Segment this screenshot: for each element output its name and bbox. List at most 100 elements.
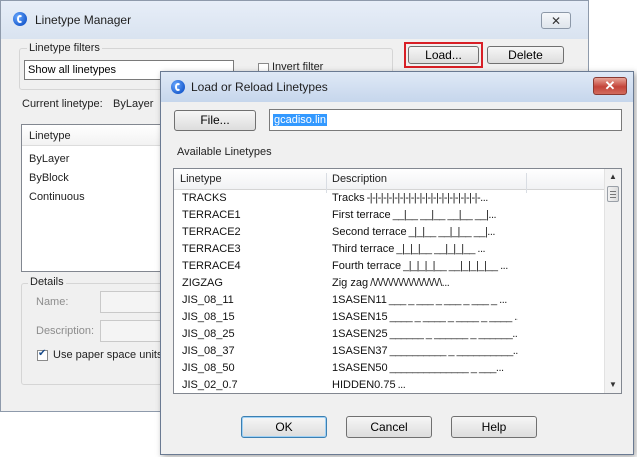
linetype-row[interactable]: TERRACE3 Third terrace _|_|_|__ __|_|_|__ … [174,241,606,258]
linetype-sample: __|__ __|__ __|__ __|... [392,209,497,221]
app-icon [13,12,27,26]
description-field[interactable] [100,320,162,342]
linetype-sample: ___ _ ___ _ ___ _ ___ _ ... [388,294,508,306]
scroll-thumb[interactable] [607,186,619,202]
scroll-down-icon[interactable]: ▼ [609,380,617,389]
linetype-sample: _|_|__ __|_|__ __|... [408,226,496,238]
available-linetypes-list[interactable]: Linetype Description TRACKS Tracks -|-|-|-… [173,168,622,394]
linetype-row[interactable]: JIS_08_11 1SASEN11 ___ _ ___ _ ___ _ ___ _… [174,292,606,309]
linetype-name: JIS_08_11 [182,294,234,306]
linetype-name: TRACKS [182,192,227,204]
load-button[interactable]: Load... [408,46,479,64]
description-label: Description: [36,325,95,337]
description-text: 1SASEN25 [332,328,388,340]
list-item[interactable]: ByBlock [29,172,69,184]
ok-button[interactable]: OK [241,416,327,438]
details-label: Details [28,276,66,288]
linetype-sample: /\/\/\/\/\/\/\/\/\/\/\/\/\/\... [370,277,450,289]
scroll-up-icon[interactable]: ▲ [609,172,617,181]
linetype-description: 1SASEN15 ____ _ ____ _ ____ _ ____ ... [332,311,518,323]
linetype-row[interactable]: TRACKS Tracks -|-|-|-|-|-|-|-|-|-|-|-|-|-|… [174,190,606,207]
current-linetype-label: Current linetype: [22,98,103,110]
linetype-name: JIS_02_0.7 [182,379,238,391]
description-text: Second terrace [332,226,407,238]
linetype-sample: ____ _ ____ _ ____ _ ____ ... [389,311,518,323]
linetype-row[interactable]: TERRACE4 Fourth terrace _|_|_|_|__ __|_|_|… [174,258,606,275]
file-name-value: gcadiso.lin [273,114,327,126]
description-text: 1SASEN50 [332,362,388,374]
description-text: 1SASEN37 [332,345,388,357]
linetype-description: 1SASEN11 ___ _ ___ _ ___ _ ___ _ ... [332,294,518,306]
close-button[interactable]: ✕ [541,12,571,29]
linetype-sample: -|-|-|-|-|-|-|-|-|-|-|-|-|-|-|-|-|-|-|-|… [366,192,489,204]
checkmark-icon: ✔ [38,348,47,359]
linetype-row[interactable]: TERRACE2 Second terrace _|_|__ __|_|__ __|… [174,224,606,241]
linetype-row[interactable]: TERRACE1 First terrace __|__ __|__ __|__ _… [174,207,606,224]
vertical-scrollbar[interactable]: ▲ ▼ [604,169,621,393]
description-text: Third terrace [332,243,395,255]
linetype-description: 1SASEN25 ______ _ ______ _ ______... [332,328,518,340]
linetype-sample: _|_|_|__ __|_|_|__ ... [396,243,486,255]
list-item[interactable]: ByLayer [29,153,69,165]
list-item[interactable]: Continuous [29,191,85,203]
help-button[interactable]: Help [451,416,537,438]
linetype-row[interactable]: JIS_08_25 1SASEN25 ______ _ ______ _ _____… [174,326,606,343]
linetype-description: HIDDEN0.75... [332,379,518,391]
dialog-title-bar: Load or Reload Linetypes ✕ [161,72,633,102]
description-text: First terrace [332,209,391,221]
linetype-row[interactable]: JIS_02_0.7 HIDDEN0.75... [174,377,606,393]
column-header-description[interactable]: Description [332,173,387,185]
load-button-label: Load... [425,48,462,62]
linetype-sample: __________ _ __________... [389,345,518,357]
window-title: Linetype Manager [35,13,132,27]
linetype-description: Second terrace _|_|__ __|_|__ __|... [332,226,518,238]
description-text: 1SASEN11 [332,294,387,306]
column-header-linetype[interactable]: Linetype [180,173,222,185]
linetype-description: Zig zag/\/\/\/\/\/\/\/\/\/\/\/\/\/\... [332,277,518,289]
file-button[interactable]: File... [174,110,256,131]
linetype-row[interactable]: JIS_08_37 1SASEN37 __________ _ __________… [174,343,606,360]
description-text: Fourth terrace [332,260,402,272]
linetype-name: ZIGZAG [182,277,223,289]
linetype-name: JIS_08_25 [182,328,235,340]
delete-button[interactable]: Delete [487,46,564,64]
load-linetypes-dialog: Load or Reload Linetypes ✕ File... gcadi… [160,71,634,455]
paper-space-checkbox[interactable]: ✔ [37,348,48,361]
list-header: Linetype Description [174,169,621,193]
current-linetype-value: ByLayer [113,98,154,110]
name-label: Name: [36,296,69,308]
linetype-description: First terrace __|__ __|__ __|__ __|... [332,209,518,221]
linetype-sample: ______________ _ ___... [389,362,504,374]
dialog-close-button[interactable]: ✕ [593,77,627,95]
name-field[interactable] [100,291,162,313]
linetype-description: Third terrace _|_|_|__ __|_|_|__ ... [332,243,518,255]
linetype-description: 1SASEN37 __________ _ __________... [332,345,518,357]
title-bar: Linetype Manager ✕ [1,1,588,39]
available-linetypes-label: Available Linetypes [177,146,272,158]
linetype-description: 1SASEN50 ______________ _ ___... [332,362,518,374]
filters-label: Linetype filters [27,42,102,54]
linetype-description: Fourth terrace _|_|_|_|__ __|_|_|_|__ ... [332,260,518,272]
grip-line [610,191,616,192]
linetype-list[interactable]: Linetype ByLayer ByBlock Continuous [21,124,171,272]
list-header: Linetype [22,125,170,146]
linetype-row[interactable]: JIS_08_50 1SASEN50 ______________ _ ___... [174,360,606,377]
description-text: Tracks [332,192,365,204]
description-text: 1SASEN15 [332,311,388,323]
linetype-name: TERRACE3 [182,243,241,255]
file-name-field[interactable]: gcadiso.lin [269,109,622,131]
linetype-row[interactable]: JIS_08_15 1SASEN15 ____ _ ____ _ ____ _ __… [174,309,606,326]
description-text: Zig zag [332,277,369,289]
description-text: HIDDEN0.75 [332,379,396,391]
app-icon [171,80,185,94]
grip-line [610,194,616,195]
linetype-description: Tracks -|-|-|-|-|-|-|-|-|-|-|-|-|-|-|-|-|… [332,192,518,204]
linetype-sample: ______ _ ______ _ ______... [389,328,518,340]
grip-line [610,197,616,198]
linetype-name: TERRACE4 [182,260,241,272]
dialog-title: Load or Reload Linetypes [191,80,328,94]
linetype-row[interactable]: ZIGZAG Zig zag/\/\/\/\/\/\/\/\/\/\/\/\/\/… [174,275,606,292]
linetype-name: JIS_08_37 [182,345,235,357]
linetype-name: TERRACE1 [182,209,241,221]
cancel-button[interactable]: Cancel [346,416,432,438]
